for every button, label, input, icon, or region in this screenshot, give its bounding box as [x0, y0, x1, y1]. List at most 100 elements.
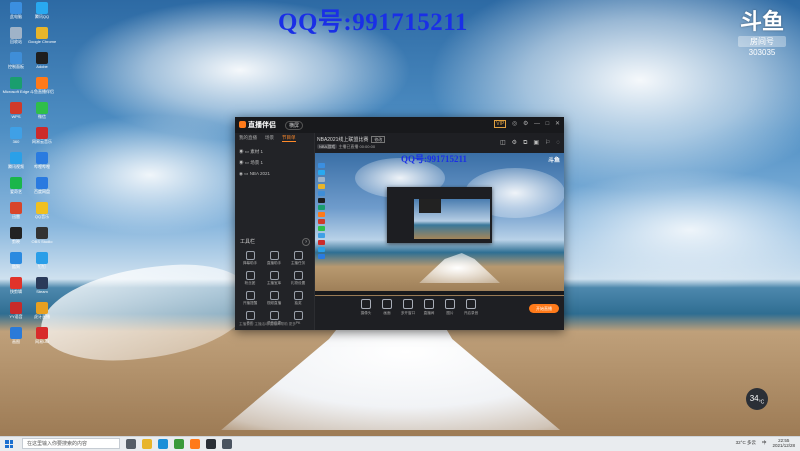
room-subtitle: NBA游戏 主播已直播 00:00:00 — [317, 144, 375, 150]
desktop-icon[interactable]: 钉钉 — [28, 252, 56, 274]
preview-icon — [318, 184, 325, 189]
desktop-icon[interactable]: 微信 — [28, 102, 56, 124]
help-icon[interactable]: ? — [302, 238, 310, 246]
desktop-icon[interactable]: 斗鱼直播伴侣 — [28, 77, 56, 99]
toolbar-icon[interactable]: ⚙ — [512, 140, 517, 146]
desktop-icon[interactable]: Steam — [28, 277, 56, 299]
app-icon — [10, 277, 22, 289]
tool-item[interactable]: 开播提醒 — [238, 291, 262, 306]
desktop-icon[interactable]: YY语音 — [2, 302, 30, 324]
tab-program[interactable]: 节目单 — [282, 135, 296, 142]
minimize-button[interactable]: — — [534, 121, 540, 127]
preview-icon — [318, 205, 325, 210]
taskbar-app-app-1[interactable] — [206, 439, 216, 449]
taskbar-app-file-explorer[interactable] — [142, 439, 152, 449]
desktop-icon-label: 剪映 — [12, 239, 20, 244]
toolbar-icon[interactable]: ⧉ — [523, 140, 527, 146]
desktop-icon-label: 爱奇艺 — [10, 189, 22, 194]
desktop-icon[interactable]: 剪映 — [2, 227, 30, 249]
desktop-icon-label: 网易云音乐 — [32, 139, 52, 144]
action-button[interactable]: 开启录音 — [460, 299, 482, 316]
desktop-icon[interactable]: 爱奇艺 — [2, 177, 30, 199]
app-main-panel: NBA2021线上联盟比赛 修改 NBA游戏 主播已直播 00:00:00 ◫ ⚙ ⧉… — [315, 133, 564, 330]
maximize-button[interactable]: □ — [546, 121, 550, 127]
weather-temperature-badge[interactable]: 34°C — [746, 388, 768, 410]
taskbar-search-input[interactable]: 在这里输入你要搜索的内容 — [22, 438, 120, 449]
action-icon — [382, 299, 392, 309]
desktop-icon[interactable]: 快剪辑 — [2, 277, 30, 299]
close-button[interactable]: ✕ — [555, 121, 560, 127]
tool-item[interactable]: 主播宝库 — [262, 271, 286, 286]
input-language[interactable]: 中 — [762, 440, 767, 446]
action-button[interactable]: 多开窗口 — [397, 299, 419, 316]
desktop-icon[interactable]: 网易云音乐 — [28, 127, 56, 149]
desktop-icon[interactable]: Microsoft Edge — [2, 77, 30, 99]
tab-my-live[interactable]: 我的直播 — [239, 135, 257, 142]
desktop-icon[interactable]: Adobe — [28, 52, 56, 74]
tool-item[interactable]: 主播任务 — [286, 251, 310, 266]
scene-item[interactable]: ◉ ▭ 素材 1 — [239, 146, 310, 157]
toolbar-icon[interactable]: ⚐ — [545, 140, 550, 146]
desktop-icon[interactable]: 画图 — [2, 327, 30, 349]
desktop-icon[interactable]: QQ音乐 — [28, 202, 56, 224]
tool-item[interactable]: 粉丝团 — [238, 271, 262, 286]
action-button[interactable]: 图片 — [439, 299, 461, 316]
tool-item[interactable]: 弹幕助手 — [238, 251, 262, 266]
desktop-icon[interactable]: Google Chrome — [28, 27, 56, 49]
tool-item[interactable]: 礼物设置 — [286, 271, 310, 286]
tool-icon — [245, 251, 255, 260]
tool-item[interactable]: 视频直播 — [262, 291, 286, 306]
taskbar-app-task-view[interactable] — [126, 439, 136, 449]
tab-scenes[interactable]: 场景 — [265, 135, 274, 142]
stream-preview[interactable]: QQ号:991715211 斗鱼 — [315, 153, 564, 311]
taskbar-app-edge[interactable] — [158, 439, 168, 449]
desktop-icon[interactable]: 腾讯QQ — [28, 2, 56, 24]
category-pill[interactable]: NBA游戏 — [317, 144, 338, 149]
left-footer-links[interactable]: 主播公告 主播活动 直播间帮助 更多 — [239, 322, 296, 327]
app-titlebar[interactable]: 直播伴侣 横屏 VIP ◎ ⚙ — □ ✕ — [235, 117, 564, 133]
desktop-icon[interactable]: 酷狗 — [2, 252, 30, 274]
tray-weather[interactable]: 32°C 多云 — [736, 440, 756, 446]
scene-item[interactable]: ◉ ▭ NBA 2021 — [239, 168, 310, 179]
desktop-icon[interactable]: 360 — [2, 127, 30, 149]
tool-item[interactable]: 直播助手 — [262, 251, 286, 266]
vip-button[interactable]: VIP — [494, 120, 507, 128]
desktop-icon[interactable]: 腾讯视频 — [2, 152, 30, 174]
preview-douyu-logo: 斗鱼 — [547, 158, 560, 164]
skin-icon[interactable]: ◎ — [512, 121, 517, 127]
tool-icon — [269, 291, 279, 300]
orientation-dropdown[interactable]: 横屏 — [285, 121, 304, 130]
taskbar-app-douyu[interactable] — [190, 439, 200, 449]
tool-grid: 弹幕助手 直播助手 主播任务 粉丝团 主播宝库 礼物设置 开播提醒 视频直播 抽奖 音乐 语音连麦 P… — [238, 251, 312, 326]
desktop-icon[interactable]: 哔哩哔哩 — [28, 152, 56, 174]
desktop-icon[interactable]: 虎牙直播 — [28, 302, 56, 324]
app-icon — [10, 152, 22, 164]
desktop-icon[interactable]: 此电脑 — [2, 2, 30, 24]
settings-icon[interactable]: ⚙ — [523, 121, 528, 127]
desktop-icon[interactable]: 迅雷 — [2, 202, 30, 224]
taskbar-app-chrome[interactable] — [174, 439, 184, 449]
desktop-icon[interactable]: 百度网盘 — [28, 177, 56, 199]
app-left-panel: 我的直播 场景 节目单 ◉ ▭ 素材 1 ◉ ▭ 场景 1 ◉ ▭ NBA 20… — [235, 133, 315, 330]
desktop-icon[interactable]: 网易UU — [28, 327, 56, 349]
action-button[interactable]: 直播间 — [418, 299, 440, 316]
desktop-icon[interactable]: WPS — [2, 102, 30, 124]
start-button[interactable] — [5, 440, 13, 448]
taskbar-app-app-2[interactable] — [222, 439, 232, 449]
tool-item[interactable]: 抽奖 — [286, 291, 310, 306]
edit-room-button[interactable]: 修改 — [371, 136, 386, 143]
desktop-icon[interactable]: OBS Studio — [28, 227, 56, 249]
start-live-button[interactable]: 开始直播 — [529, 304, 559, 313]
desktop-icon[interactable]: 回收站 — [2, 27, 30, 49]
preview-desktop-icons — [315, 161, 328, 261]
desktop-icon-label: 回收站 — [10, 39, 22, 44]
scene-item[interactable]: ◉ ▭ 场景 1 — [239, 157, 310, 168]
toolbar-icon[interactable]: ◌ — [556, 140, 560, 146]
desktop-icon[interactable]: 控制面板 — [2, 52, 30, 74]
action-label: 摄像头 — [360, 311, 372, 315]
toolbar-icon[interactable]: ▣ — [533, 140, 539, 146]
action-button[interactable]: 摄像头 — [355, 299, 377, 316]
toolbar-icon[interactable]: ◫ — [500, 140, 506, 146]
clock[interactable]: 22:55 2021/12/28 — [772, 438, 795, 448]
action-button[interactable]: 画面 — [376, 299, 398, 316]
